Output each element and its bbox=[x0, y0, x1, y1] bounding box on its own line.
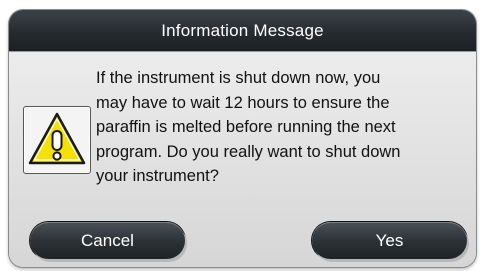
information-message-dialog: Information Message If the instrument is… bbox=[9, 10, 476, 267]
message-line: If the instrument is shut down now, you bbox=[96, 69, 381, 87]
message-line: program. Do you really want to shut down bbox=[96, 142, 401, 161]
message-line: may have to wait 12 hours to ensure the bbox=[96, 93, 390, 112]
dialog-title: Information Message bbox=[161, 20, 324, 40]
yes-button[interactable]: Yes bbox=[312, 222, 467, 259]
dialog-message: If the instrument is shut down now, you … bbox=[96, 66, 466, 189]
dialog-body: If the instrument is shut down now, you … bbox=[9, 52, 476, 267]
dialog-titlebar: Information Message bbox=[9, 10, 476, 52]
message-line: your instrument? bbox=[96, 167, 219, 185]
warning-icon bbox=[23, 106, 91, 174]
cancel-button[interactable]: Cancel bbox=[30, 222, 185, 259]
cancel-button-label: Cancel bbox=[81, 230, 134, 250]
message-line: paraffin is melted before running the ne… bbox=[96, 118, 396, 136]
yes-button-label: Yes bbox=[375, 230, 404, 250]
